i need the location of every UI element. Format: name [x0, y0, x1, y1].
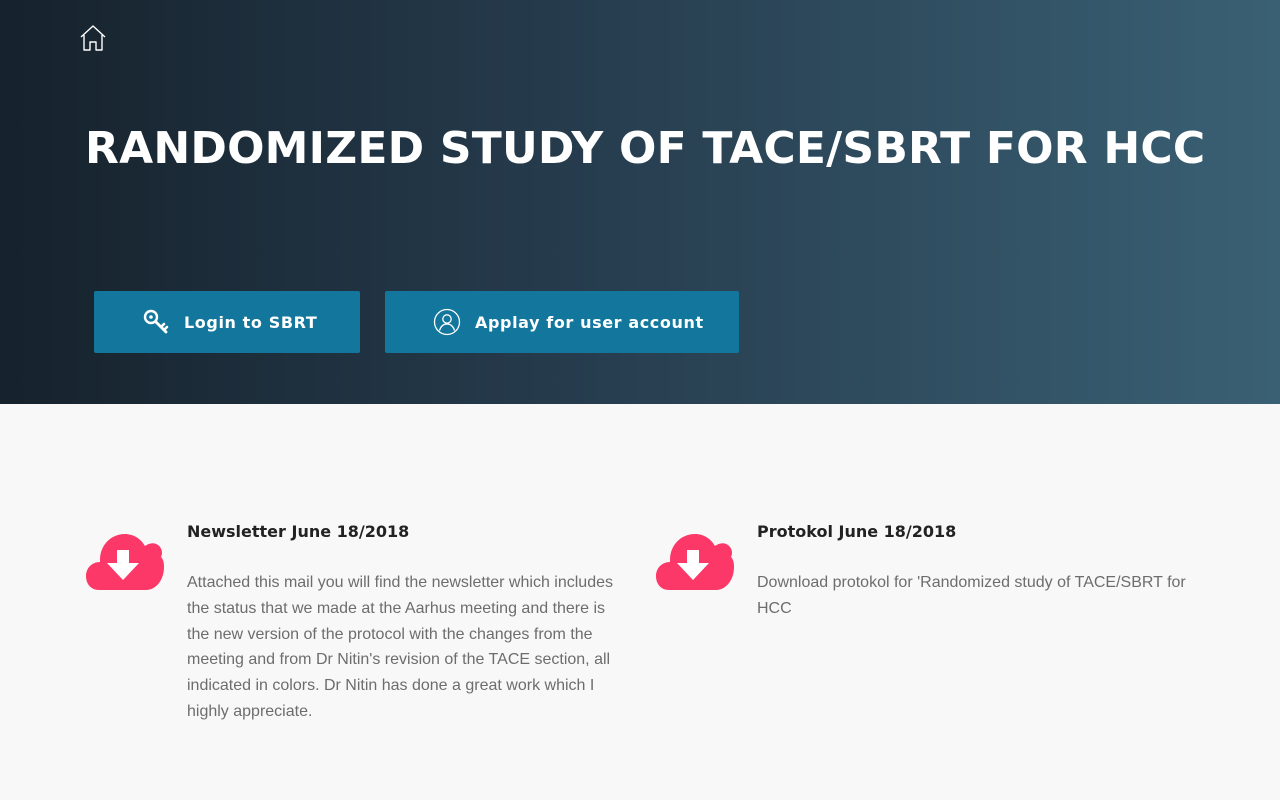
download-title[interactable]: Newsletter June 18/2018	[187, 522, 409, 541]
apply-account-button[interactable]: Applay for user account	[385, 291, 739, 353]
cloud-download-icon[interactable]	[656, 532, 734, 592]
cloud-download-icon[interactable]	[86, 532, 164, 592]
login-button[interactable]: Login to SBRT	[94, 291, 360, 353]
home-icon[interactable]	[78, 23, 108, 53]
apply-button-label: Applay for user account	[475, 312, 704, 332]
page-title: RANDOMIZED STUDY OF TACE/SBRT FOR HCC	[85, 123, 1206, 174]
download-description: Download protokol for 'Randomized study …	[757, 574, 1186, 617]
download-description: Attached this mail you will find the new…	[187, 574, 613, 720]
hero-banner: RANDOMIZED STUDY OF TACE/SBRT FOR HCC Lo…	[0, 0, 1280, 404]
key-icon	[142, 308, 170, 336]
download-title[interactable]: Protokol June 18/2018	[757, 522, 956, 541]
user-circle-icon	[433, 308, 461, 336]
login-button-label: Login to SBRT	[184, 312, 318, 332]
